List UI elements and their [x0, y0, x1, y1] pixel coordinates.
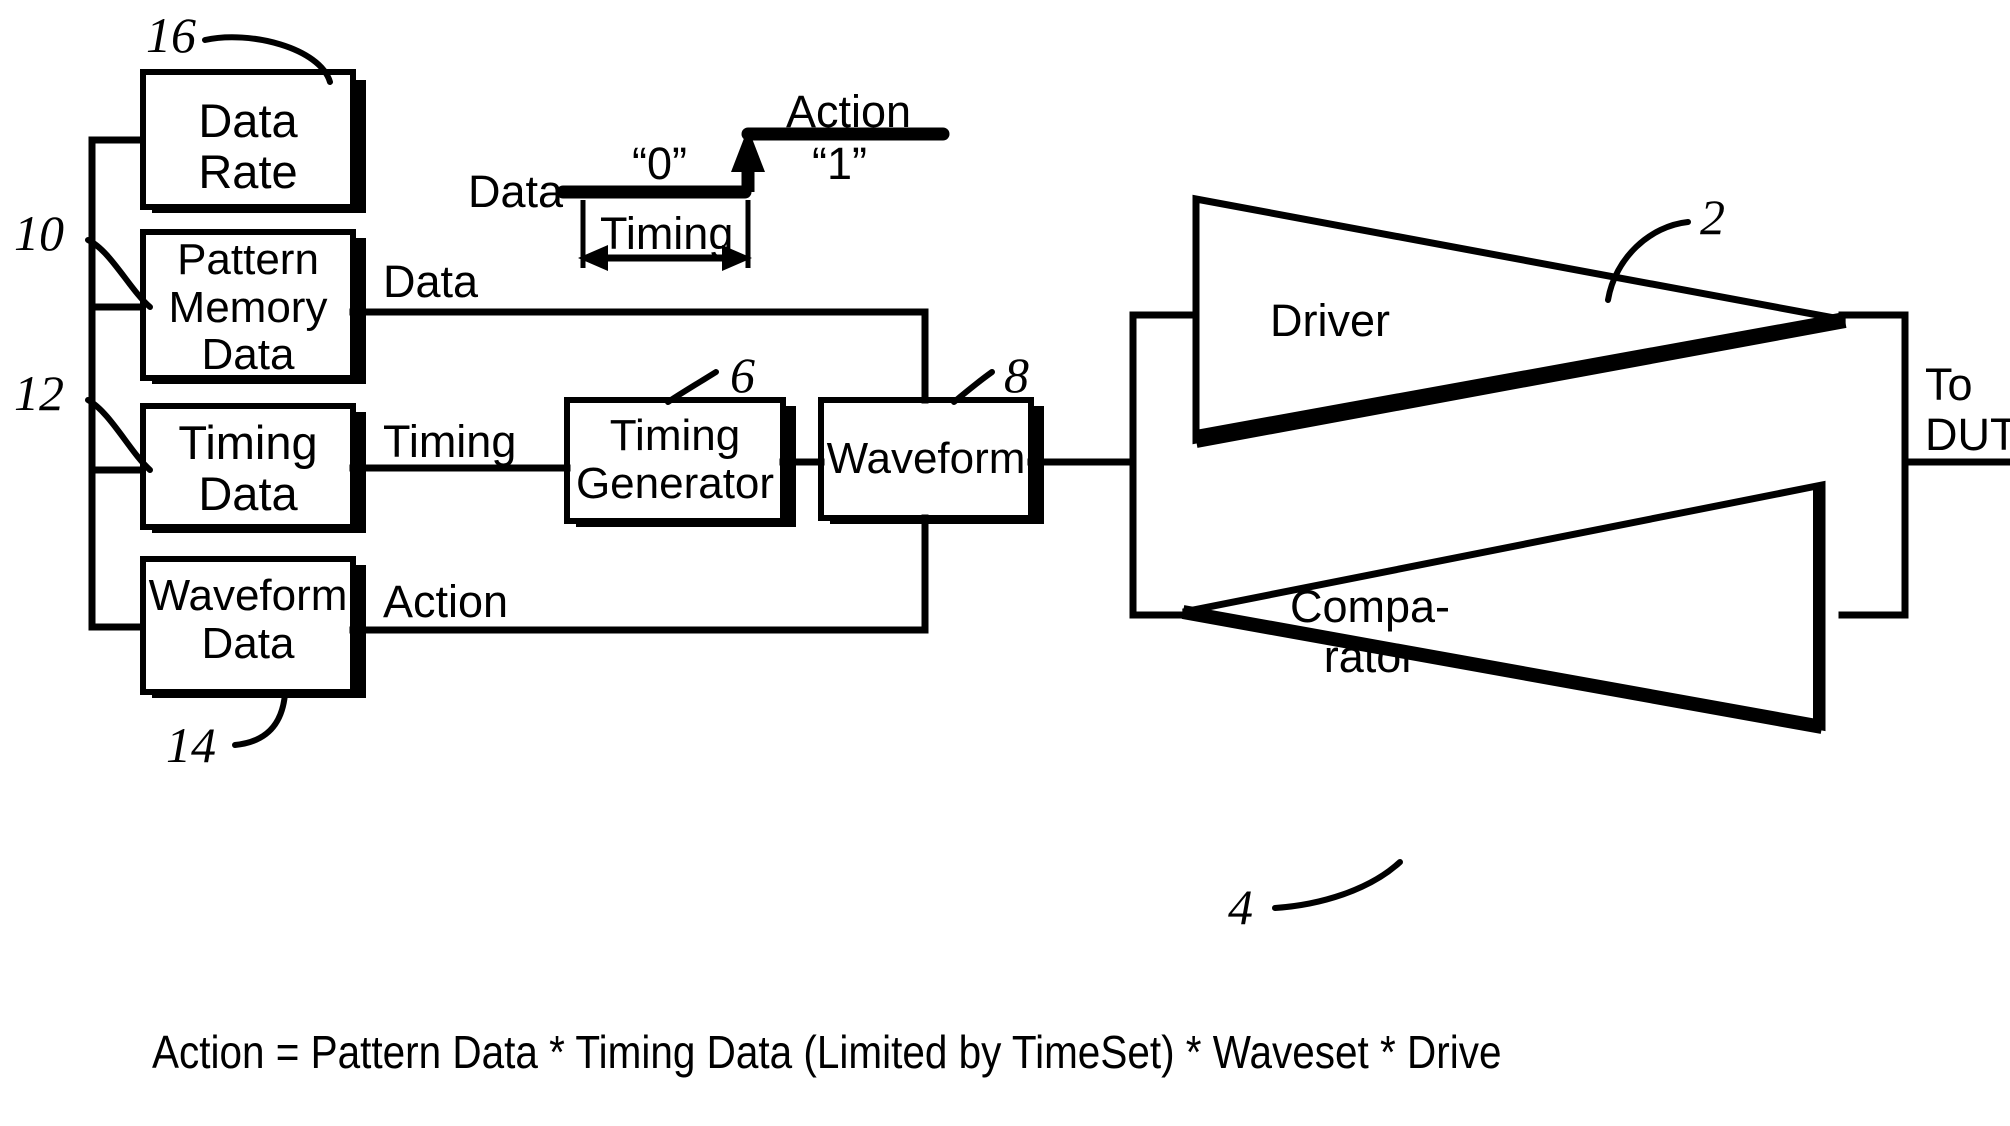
block-label-timing-generator: Timing Generator — [567, 412, 783, 507]
block-line: Timing — [178, 416, 318, 469]
block-label-pattern-memory: Pattern Memory Data — [143, 236, 353, 379]
waveform-high-level-label: “1” — [812, 138, 867, 189]
figure-equation: Action = Pattern Data * Timing Data (Lim… — [152, 1026, 1502, 1078]
reference-numeral-4: 4 — [1228, 879, 1253, 935]
block-label-data-rate: Data Rate — [143, 94, 353, 198]
block-line: Waveform — [826, 434, 1026, 483]
reference-numeral-2: 2 — [1700, 189, 1725, 245]
block-line: Data — [201, 618, 295, 668]
wire-label-timing: Timing — [383, 416, 517, 467]
reference-numeral-12: 12 — [14, 365, 64, 421]
block-label-waveform: Waveform — [818, 435, 1034, 483]
waveform-signal-name: Data — [468, 166, 564, 217]
block-line: Generator — [575, 458, 775, 508]
amplifier-label-driver: Driver — [1215, 296, 1445, 346]
reference-numeral-14: 14 — [166, 717, 216, 773]
waveform-span-label: Timing — [600, 208, 734, 259]
amplifier-line: Compa- — [1289, 581, 1451, 632]
output-line: To — [1925, 359, 1973, 410]
block-line: Pattern — [177, 235, 319, 284]
left-bus — [88, 136, 154, 631]
block-line: Memory — [168, 282, 328, 332]
reference-numeral-16: 16 — [146, 7, 196, 63]
block-line: Waveform — [148, 571, 348, 620]
block-line: Data — [198, 94, 298, 147]
wire-label-action: Action — [383, 576, 509, 627]
output-line: DUT — [1925, 409, 2010, 461]
waveform-edge-label: Action — [786, 86, 912, 137]
output-label-to-dut: To DUT — [1925, 359, 2010, 461]
amplifier-line: rator — [1323, 630, 1417, 682]
reference-numeral-10: 10 — [14, 205, 64, 261]
amplifier-label-comparator: Compa- rator — [1250, 582, 1490, 681]
reference-numeral-8: 8 — [1004, 347, 1029, 403]
amplifier-line: Driver — [1270, 295, 1390, 346]
reference-numeral-6: 6 — [730, 347, 755, 403]
block-label-timing-data: Timing Data — [143, 416, 353, 520]
waveform-low-level-label: “0” — [632, 138, 687, 189]
wire-label-data: Data — [383, 256, 479, 307]
block-line: Data — [201, 330, 295, 380]
patent-figure: Data Rate Pattern Memory Data Timing Dat… — [0, 0, 2010, 1126]
block-line: Rate — [198, 144, 298, 198]
block-line: Data — [198, 466, 298, 520]
block-line: Timing — [609, 411, 741, 460]
block-label-waveform-data: Waveform Data — [140, 572, 356, 667]
